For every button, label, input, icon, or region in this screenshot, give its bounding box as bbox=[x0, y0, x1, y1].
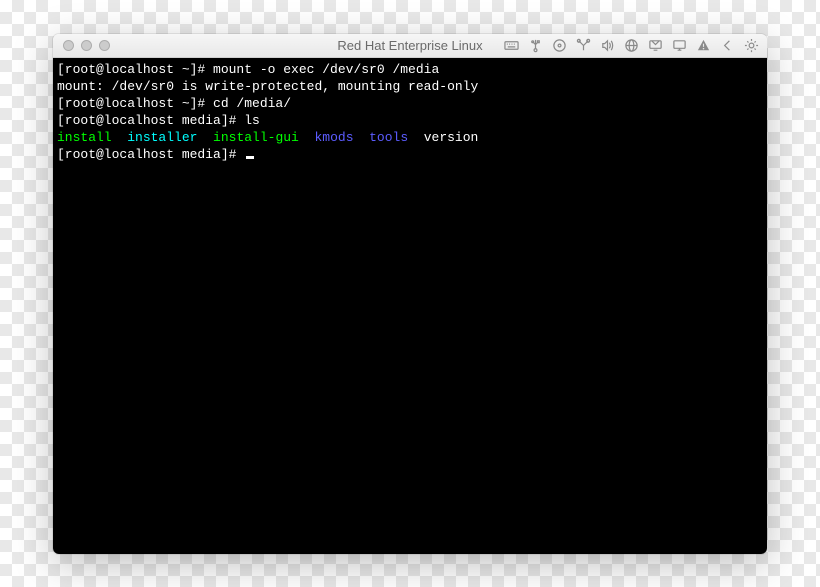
zoom-button[interactable] bbox=[99, 40, 110, 51]
terminal-line: install installer install-gui kmods tool… bbox=[57, 129, 763, 146]
minimize-button[interactable] bbox=[81, 40, 92, 51]
terminal-text: version bbox=[408, 130, 478, 145]
sound-icon[interactable] bbox=[600, 38, 615, 53]
disc-icon[interactable] bbox=[552, 38, 567, 53]
terminal-text: install-gui bbox=[213, 130, 299, 145]
terminal-text bbox=[354, 130, 370, 145]
back-icon[interactable] bbox=[720, 38, 735, 53]
terminal-text: [root@localhost ~]# mount -o exec /dev/s… bbox=[57, 62, 439, 77]
close-button[interactable] bbox=[63, 40, 74, 51]
keyboard-icon[interactable] bbox=[504, 38, 519, 53]
gear-icon[interactable] bbox=[744, 38, 759, 53]
terminal-text: mount: /dev/sr0 is write-protected, moun… bbox=[57, 79, 478, 94]
terminal-line: [root@localhost ~]# cd /media/ bbox=[57, 95, 763, 112]
screen-icon[interactable] bbox=[672, 38, 687, 53]
terminal-cursor bbox=[246, 156, 254, 159]
terminal-text: [root@localhost ~]# cd /media/ bbox=[57, 96, 291, 111]
titlebar: Red Hat Enterprise Linux bbox=[53, 34, 767, 58]
terminal-line: [root@localhost ~]# mount -o exec /dev/s… bbox=[57, 61, 763, 78]
toolbar-icons bbox=[504, 38, 759, 53]
terminal-text: install bbox=[57, 130, 112, 145]
terminal-line: [root@localhost media]# bbox=[57, 146, 763, 163]
terminal-text: [root@localhost media]# bbox=[57, 147, 244, 162]
terminal-line: [root@localhost media]# ls bbox=[57, 112, 763, 129]
traffic-lights bbox=[63, 40, 110, 51]
terminal-text: installer bbox=[127, 130, 197, 145]
terminal-text: tools bbox=[369, 130, 408, 145]
terminal-line: mount: /dev/sr0 is write-protected, moun… bbox=[57, 78, 763, 95]
terminal-text bbox=[197, 130, 213, 145]
vm-window: Red Hat Enterprise Linux [root@localhost… bbox=[53, 34, 767, 554]
terminal-text: [root@localhost media]# ls bbox=[57, 113, 260, 128]
terminal-text bbox=[112, 130, 128, 145]
warning-icon[interactable] bbox=[696, 38, 711, 53]
terminal[interactable]: [root@localhost ~]# mount -o exec /dev/s… bbox=[53, 58, 767, 554]
display-icon[interactable] bbox=[648, 38, 663, 53]
usb-icon[interactable] bbox=[528, 38, 543, 53]
terminal-text bbox=[299, 130, 315, 145]
network-icon[interactable] bbox=[624, 38, 639, 53]
tools-icon[interactable] bbox=[576, 38, 591, 53]
terminal-text: kmods bbox=[314, 130, 353, 145]
